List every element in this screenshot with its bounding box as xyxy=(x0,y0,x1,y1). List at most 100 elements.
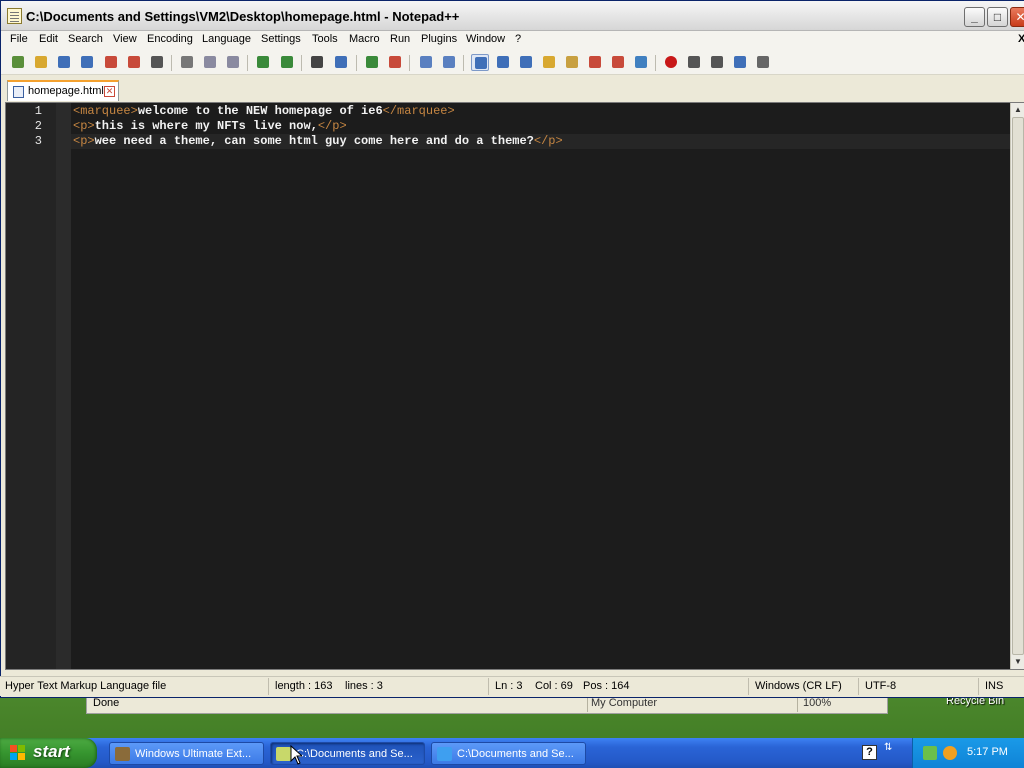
scroll-up-icon[interactable]: ▲ xyxy=(1012,104,1024,116)
record-macro-icon[interactable] xyxy=(662,54,680,71)
code-line[interactable]: <p>wee need a theme, can some html guy c… xyxy=(71,134,1010,149)
sync-v-icon[interactable] xyxy=(417,54,435,71)
word-wrap-icon[interactable] xyxy=(471,54,489,71)
function-list-icon[interactable] xyxy=(586,54,604,71)
new-icon[interactable] xyxy=(9,54,27,71)
show-all-chars-icon[interactable] xyxy=(494,54,512,71)
toolbar-separator xyxy=(655,55,656,71)
paste-icon-glyph xyxy=(227,56,239,68)
taskbar-item-internet-explorer[interactable]: C:\Documents and Se... xyxy=(431,742,586,765)
toolbar-separator xyxy=(301,55,302,71)
tab-close-icon[interactable]: ✕ xyxy=(104,86,115,97)
close-button[interactable]: ✕ xyxy=(1010,7,1024,27)
save-icon[interactable] xyxy=(55,54,73,71)
maximize-button[interactable]: □ xyxy=(987,7,1008,27)
status-encoding[interactable]: UTF-8 xyxy=(865,680,896,692)
menu-settings[interactable]: Settings xyxy=(261,33,301,45)
menu-help[interactable]: ? xyxy=(515,33,521,45)
close-icon[interactable] xyxy=(102,54,120,71)
status-pos: Pos : 164 xyxy=(583,680,630,692)
redo-icon[interactable] xyxy=(278,54,296,71)
menu-window[interactable]: Window xyxy=(466,33,505,45)
minimize-button[interactable]: _ xyxy=(964,7,985,27)
menu-macro[interactable]: Macro xyxy=(349,33,380,45)
save-macro-icon-glyph xyxy=(757,56,769,68)
status-eol[interactable]: Windows (CR LF) xyxy=(755,680,842,692)
sync-h-icon-glyph xyxy=(443,56,455,68)
replace-icon[interactable] xyxy=(332,54,350,71)
start-label: start xyxy=(33,742,70,761)
run-macro-multiple-icon-glyph xyxy=(734,56,746,68)
html-tag-token: </p> xyxy=(533,134,563,148)
user-lang-icon-glyph xyxy=(543,56,555,68)
menu-encoding[interactable]: Encoding xyxy=(147,33,193,45)
play-macro-icon[interactable] xyxy=(708,54,726,71)
menu-search[interactable]: Search xyxy=(68,33,103,45)
close-icon-glyph xyxy=(105,56,117,68)
cut-icon[interactable] xyxy=(178,54,196,71)
stop-macro-icon[interactable] xyxy=(685,54,703,71)
zoom-out-icon[interactable] xyxy=(386,54,404,71)
find-icon[interactable] xyxy=(308,54,326,71)
toolbar-separator xyxy=(247,55,248,71)
close-document-button[interactable]: X xyxy=(1018,33,1024,45)
scrollbar-thumb[interactable] xyxy=(1012,117,1024,655)
ie-status-divider xyxy=(797,696,798,712)
menu-run[interactable]: Run xyxy=(390,33,410,45)
monitoring-icon[interactable] xyxy=(632,54,650,71)
search-icon[interactable] xyxy=(943,746,957,760)
user-lang-icon[interactable] xyxy=(540,54,558,71)
scroll-down-icon[interactable]: ▼ xyxy=(1012,656,1024,668)
language-bar-icon[interactable]: ⇅ xyxy=(884,742,892,753)
network-icon[interactable] xyxy=(923,746,937,760)
html-file-icon xyxy=(13,86,24,98)
print-icon[interactable] xyxy=(148,54,166,71)
fold-margin[interactable] xyxy=(56,103,71,669)
toolbar xyxy=(1,50,1024,75)
tab-homepage-html[interactable]: homepage.html ✕ xyxy=(7,80,119,101)
code-line[interactable]: <marquee>welcome to the NEW homepage of … xyxy=(71,104,1010,119)
menu-view[interactable]: View xyxy=(113,33,137,45)
menu-tools[interactable]: Tools xyxy=(312,33,338,45)
line-number: 1 xyxy=(34,104,42,118)
status-lines: lines : 3 xyxy=(345,680,383,692)
show-all-chars-icon-glyph xyxy=(497,56,509,68)
indent-guide-icon[interactable] xyxy=(517,54,535,71)
save-macro-icon[interactable] xyxy=(754,54,772,71)
undo-icon[interactable] xyxy=(254,54,272,71)
title-bar[interactable]: C:\Documents and Settings\VM2\Desktop\ho… xyxy=(1,1,1024,31)
code-line-content: <p>this is where my NFTs live now,</p> xyxy=(71,119,347,133)
save-all-icon[interactable] xyxy=(78,54,96,71)
help-icon[interactable]: ? xyxy=(862,745,877,760)
run-macro-multiple-icon[interactable] xyxy=(731,54,749,71)
close-all-icon[interactable] xyxy=(125,54,143,71)
editor-area[interactable]: 123 <marquee>welcome to the NEW homepage… xyxy=(5,102,1024,670)
folder-workspace-icon-glyph xyxy=(612,56,624,68)
menu-plugins[interactable]: Plugins xyxy=(421,33,457,45)
taskbar-item-windows-ultimate[interactable]: Windows Ultimate Ext... xyxy=(109,742,264,765)
copy-icon[interactable] xyxy=(201,54,219,71)
status-mode[interactable]: INS xyxy=(985,680,1003,692)
menu-language[interactable]: Language xyxy=(202,33,251,45)
code-line[interactable]: <p>this is where my NFTs live now,</p> xyxy=(71,119,1010,134)
clock[interactable]: 5:17 PM xyxy=(967,746,1008,758)
menu-file[interactable]: File xyxy=(10,33,28,45)
code-view[interactable]: <marquee>welcome to the NEW homepage of … xyxy=(71,103,1010,669)
open-icon[interactable] xyxy=(32,54,50,71)
zoom-in-icon[interactable] xyxy=(363,54,381,71)
toolbar-separator xyxy=(409,55,410,71)
sync-h-icon[interactable] xyxy=(440,54,458,71)
folder-workspace-icon[interactable] xyxy=(609,54,627,71)
start-button[interactable]: start xyxy=(0,738,97,768)
ie-zoom-text[interactable]: 100% xyxy=(803,697,831,709)
vertical-scrollbar[interactable]: ▲ ▼ xyxy=(1010,103,1024,669)
function-list-icon-glyph xyxy=(589,56,601,68)
menu-edit[interactable]: Edit xyxy=(39,33,58,45)
window-title: C:\Documents and Settings\VM2\Desktop\ho… xyxy=(26,9,460,24)
toolbar-separator xyxy=(463,55,464,71)
doc-map-icon-glyph xyxy=(566,56,578,68)
doc-map-icon[interactable] xyxy=(563,54,581,71)
ie-status-divider xyxy=(587,696,588,712)
ie-status-text: Done xyxy=(93,697,120,709)
paste-icon[interactable] xyxy=(224,54,242,71)
